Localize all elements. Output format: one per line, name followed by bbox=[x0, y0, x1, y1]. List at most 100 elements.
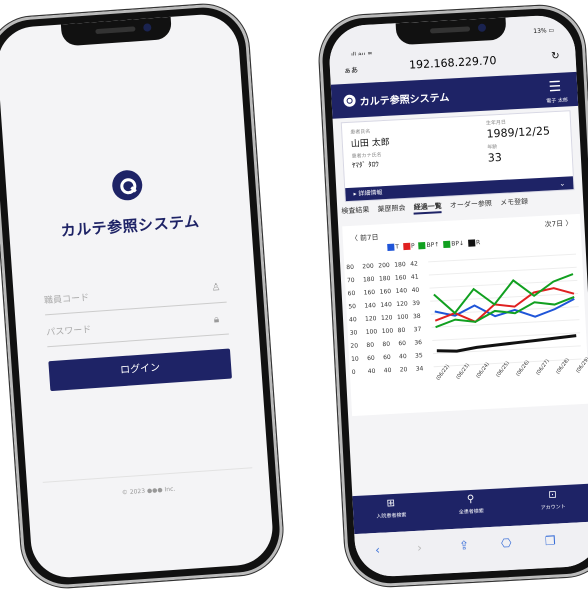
copyright: © 2023 ●●● Inc. bbox=[121, 485, 176, 497]
nav-label: アカウント bbox=[540, 504, 566, 512]
y-tick-label: 37 bbox=[414, 326, 422, 333]
app-logo-icon bbox=[111, 169, 144, 202]
y-tick-label: 140 bbox=[380, 301, 392, 309]
chevron-down-icon[interactable]: ⌄ bbox=[559, 180, 565, 188]
y-tick-label: 38 bbox=[413, 313, 421, 320]
grid-line bbox=[428, 253, 576, 263]
y-tick-label: 40 bbox=[349, 316, 357, 323]
login-button[interactable]: ログイン bbox=[48, 348, 232, 392]
dob-label: 生年月日 bbox=[485, 119, 507, 127]
y-tick-label: 34 bbox=[416, 365, 424, 372]
tab-order-reference[interactable]: オーダー参照 bbox=[450, 198, 492, 210]
patient-kana: ﾔﾏﾀﾞ ﾀﾛｳ bbox=[351, 160, 379, 170]
y-tick-label: 35 bbox=[415, 352, 423, 359]
legend-label: T bbox=[395, 243, 400, 251]
tab-lab-results[interactable]: 検査結果 bbox=[341, 205, 369, 216]
y-tick-label: 20 bbox=[400, 366, 408, 373]
lock-icon: 🔒︎ bbox=[213, 314, 220, 326]
divider bbox=[42, 467, 253, 483]
phone-login: カルテ参照システム 職員コード ♙ パスワード 🔒︎ ログイン © 2023 ●… bbox=[0, 1, 286, 590]
battery-indicator: 13% ▭ bbox=[533, 26, 555, 36]
y-tick-label: 120 bbox=[396, 300, 408, 308]
tab-progress-list[interactable]: 経過一覧 bbox=[413, 201, 443, 215]
age-label: 年齢 bbox=[487, 144, 498, 151]
y-tick-label: 70 bbox=[347, 277, 355, 284]
y-tick-label: 80 bbox=[346, 264, 354, 271]
y-tick-label: 41 bbox=[411, 274, 419, 281]
app-title: カルテ参照システム bbox=[60, 212, 201, 240]
y-tick-label: 180 bbox=[379, 275, 391, 283]
y-tick-label: 60 bbox=[348, 290, 356, 297]
vitals-chart-panel: 〈 前7日 次7日 〉 T P BP↑ BP↓ R 80 70 60 50 40 30 20 10 0 2… bbox=[342, 213, 588, 417]
y-tick-label: 10 bbox=[351, 356, 359, 363]
y-tick-label: 60 bbox=[398, 340, 406, 347]
y-tick-label: 40 bbox=[399, 353, 407, 360]
y-tick-label: 200 bbox=[362, 263, 374, 271]
next-7-days-button[interactable]: 次7日 〉 bbox=[544, 218, 572, 229]
y-tick-label: 180 bbox=[363, 276, 375, 284]
bed-search-icon: ⊞ bbox=[386, 497, 396, 510]
y-tick-label: 180 bbox=[394, 261, 406, 269]
y-tick-label: 80 bbox=[382, 341, 390, 348]
password-placeholder: パスワード bbox=[46, 325, 92, 339]
y-tick-label: 42 bbox=[410, 260, 418, 267]
y-tick-label: 40 bbox=[384, 367, 392, 374]
grid-line bbox=[430, 292, 579, 302]
share-icon[interactable]: ⇪ bbox=[459, 538, 470, 553]
y-tick-label: 140 bbox=[395, 287, 407, 295]
app-header-title: カルテ参照システム bbox=[359, 92, 450, 109]
app-logo-icon bbox=[343, 94, 356, 108]
login-screen: カルテ参照システム 職員コード ♙ パスワード 🔒︎ ログイン © 2023 ●… bbox=[0, 12, 275, 580]
hamburger-icon[interactable]: ☰ bbox=[548, 79, 561, 96]
nav-inpatient-search[interactable]: ⊞ 入院患者検索 bbox=[361, 497, 422, 521]
tab-memo[interactable]: メモ登録 bbox=[500, 197, 528, 208]
nav-label: 入院患者検索 bbox=[376, 512, 407, 520]
y-tick-label: 160 bbox=[395, 274, 407, 282]
prev-7-days-button[interactable]: 〈 前7日 bbox=[351, 232, 379, 243]
user-icon: ♙ bbox=[211, 282, 221, 294]
password-field[interactable]: パスワード 🔒︎ bbox=[45, 307, 229, 348]
y-tick-label: 60 bbox=[367, 355, 375, 362]
y-tick-label: 30 bbox=[350, 329, 358, 336]
legend-swatch bbox=[467, 239, 476, 247]
legend-swatch bbox=[418, 241, 426, 250]
name-label: 患者氏名 bbox=[350, 128, 371, 136]
tabs-icon[interactable]: ❐ bbox=[545, 534, 556, 549]
y-tick-label: 40 bbox=[368, 368, 376, 375]
patient-card: 患者氏名 山田 太郎 患者カナ氏名 ﾔﾏﾀﾞ ﾀﾛｳ 生年月日 1989/12/… bbox=[340, 110, 575, 203]
dashboard-screen: .ıll au ≋ 19:46 13% ▭ ぁあ 192.168.229.70 … bbox=[327, 13, 588, 579]
patient-name: 山田 太郎 bbox=[350, 137, 391, 150]
legend-label: BP↑ bbox=[426, 241, 440, 249]
reload-icon[interactable]: ↻ bbox=[551, 51, 560, 62]
y-tick-label: 50 bbox=[348, 303, 356, 310]
y-tick-label: 39 bbox=[412, 300, 420, 307]
y-tick-label: 160 bbox=[380, 288, 392, 296]
y-tick-label: 100 bbox=[366, 328, 378, 336]
back-icon[interactable]: ‹ bbox=[375, 543, 381, 557]
nav-all-patient-search[interactable]: ⚲ 全患者検索 bbox=[440, 492, 501, 516]
account-icon: ⊡ bbox=[548, 489, 558, 501]
patient-dob: 1989/12/25 bbox=[486, 124, 551, 141]
grid-line bbox=[428, 266, 577, 276]
y-tick-label: 36 bbox=[414, 339, 422, 346]
y-tick-label: 60 bbox=[383, 354, 391, 361]
legend-label: BP↓ bbox=[451, 239, 465, 248]
bookmarks-icon[interactable]: ⎔ bbox=[501, 536, 512, 551]
y-tick-label: 120 bbox=[365, 315, 377, 323]
tab-medication-history[interactable]: 薬歴照会 bbox=[377, 203, 405, 214]
patient-age: 33 bbox=[487, 150, 503, 165]
nav-account[interactable]: ⊡ アカウント bbox=[522, 488, 583, 512]
patients-search-icon: ⚲ bbox=[466, 493, 475, 506]
vitals-chart: 8070605040302010020018016014012010080604… bbox=[346, 253, 588, 382]
y-tick-label: 40 bbox=[411, 287, 419, 294]
y-tick-label: 80 bbox=[366, 342, 374, 349]
legend-label: R bbox=[475, 239, 481, 247]
legend-label: P bbox=[410, 242, 415, 250]
y-tick-label: 200 bbox=[378, 262, 390, 270]
staff-code-placeholder: 職員コード bbox=[43, 293, 90, 307]
y-tick-label: 100 bbox=[382, 327, 394, 335]
legend-swatch bbox=[402, 242, 411, 251]
forward-icon[interactable]: › bbox=[417, 541, 423, 555]
y-tick-label: 80 bbox=[398, 327, 406, 334]
y-tick-label: 120 bbox=[381, 314, 393, 322]
